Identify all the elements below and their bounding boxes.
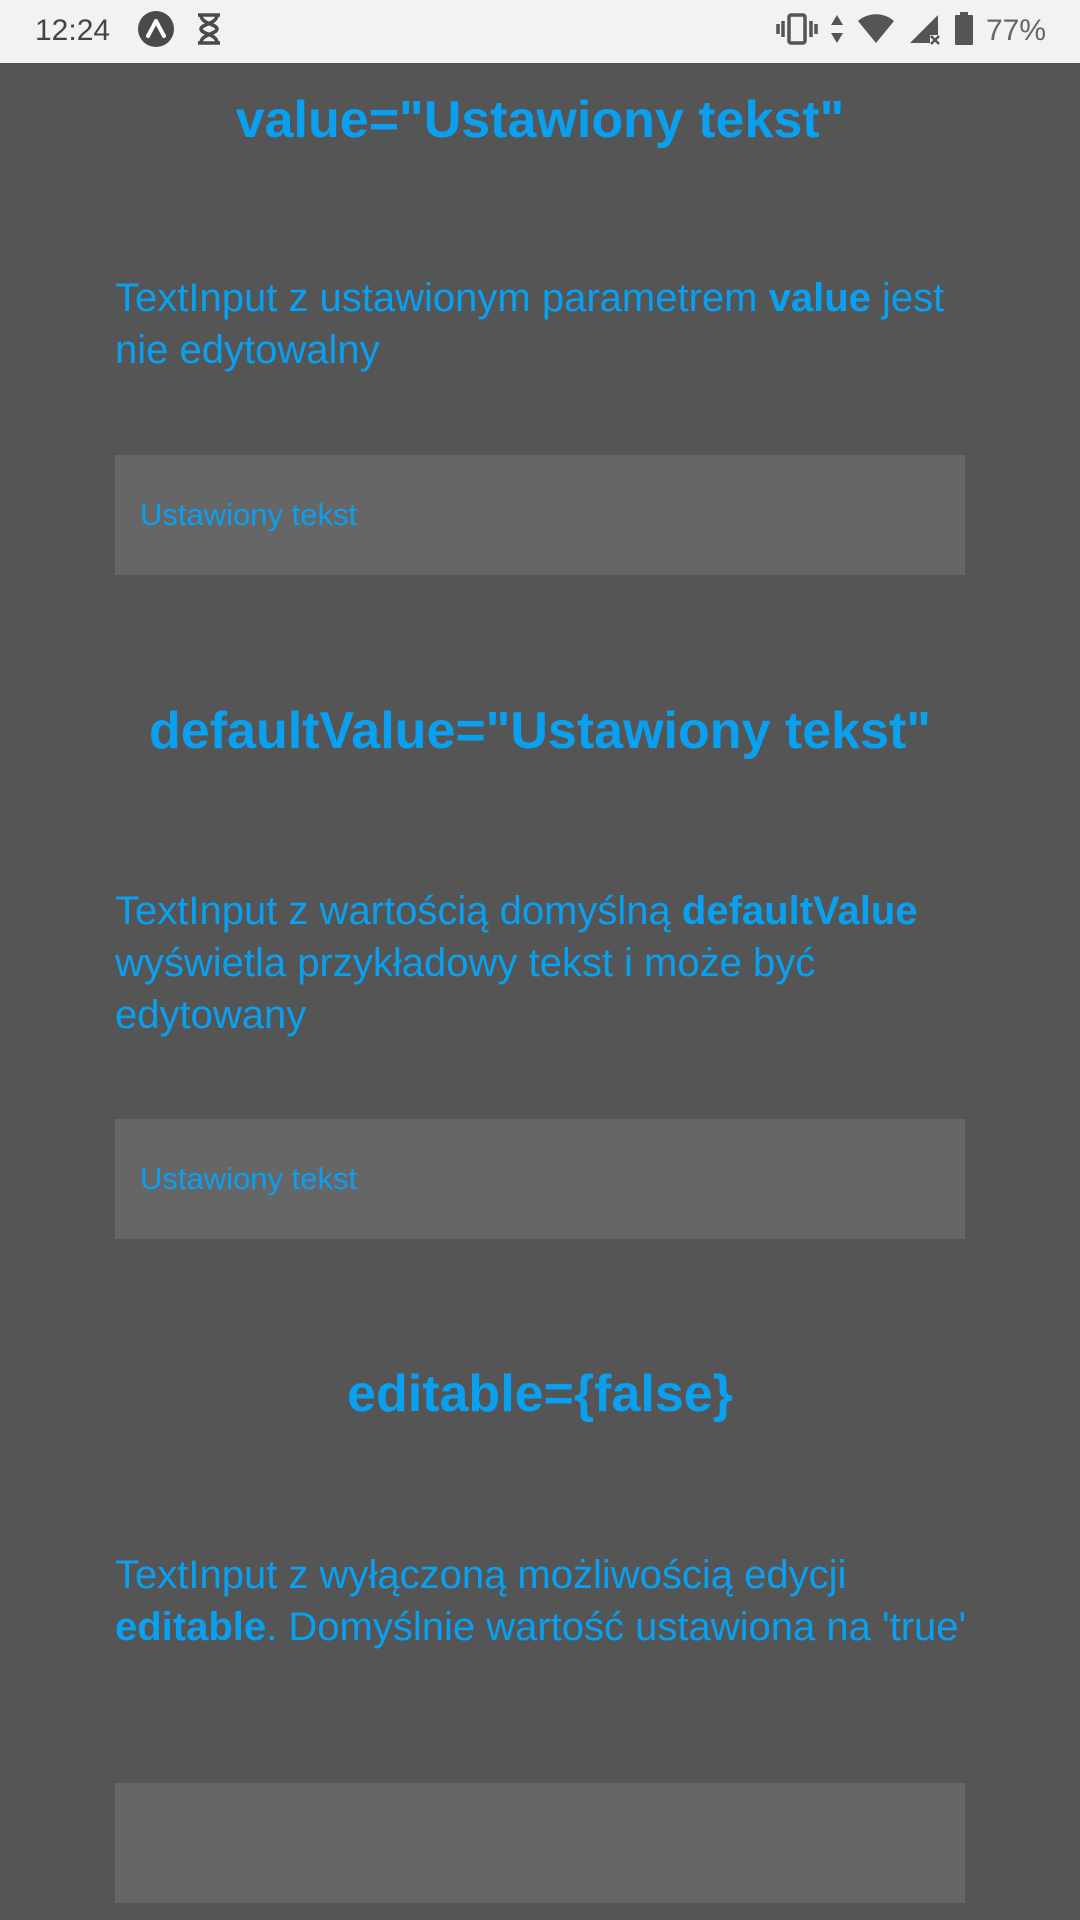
section-heading-value: value="Ustawiony tekst" <box>235 91 845 149</box>
hourglass-icon <box>194 12 224 51</box>
scroll-content[interactable]: value="Ustawiony tekst" TextInput z usta… <box>0 63 1080 1920</box>
section-description-default-value: TextInput z wartością domyślną defaultVa… <box>115 889 918 1037</box>
text-input-default-value-text: Ustawiony tekst <box>140 1161 358 1196</box>
status-left-icons <box>136 9 224 54</box>
app-a-icon <box>136 9 176 54</box>
text-input-value[interactable]: Ustawiony tekst <box>115 455 965 575</box>
data-arrows-icon <box>830 13 844 50</box>
text-input-editable <box>115 1783 965 1903</box>
battery-percentage: 77% <box>985 14 1046 47</box>
text-input-value-text: Ustawiony tekst <box>140 497 358 532</box>
wifi-icon <box>856 13 896 50</box>
status-time: 12:24 <box>35 14 111 47</box>
section-description-value: TextInput z ustawionym parametrem value … <box>115 276 945 372</box>
section-description-editable: TextInput z wyłączoną możliwością edycji… <box>115 1553 967 1649</box>
status-bar: 12:24 77% <box>0 0 1080 63</box>
vibrate-icon <box>776 12 818 51</box>
section-heading-editable: editable={false} <box>347 1365 733 1423</box>
status-right-icons: 77% <box>776 11 1046 51</box>
text-input-default-value[interactable]: Ustawiony tekst <box>115 1119 965 1239</box>
battery-icon <box>954 11 974 51</box>
cell-signal-icon <box>908 13 942 50</box>
section-heading-default-value: defaultValue="Ustawiony tekst" <box>149 702 931 760</box>
